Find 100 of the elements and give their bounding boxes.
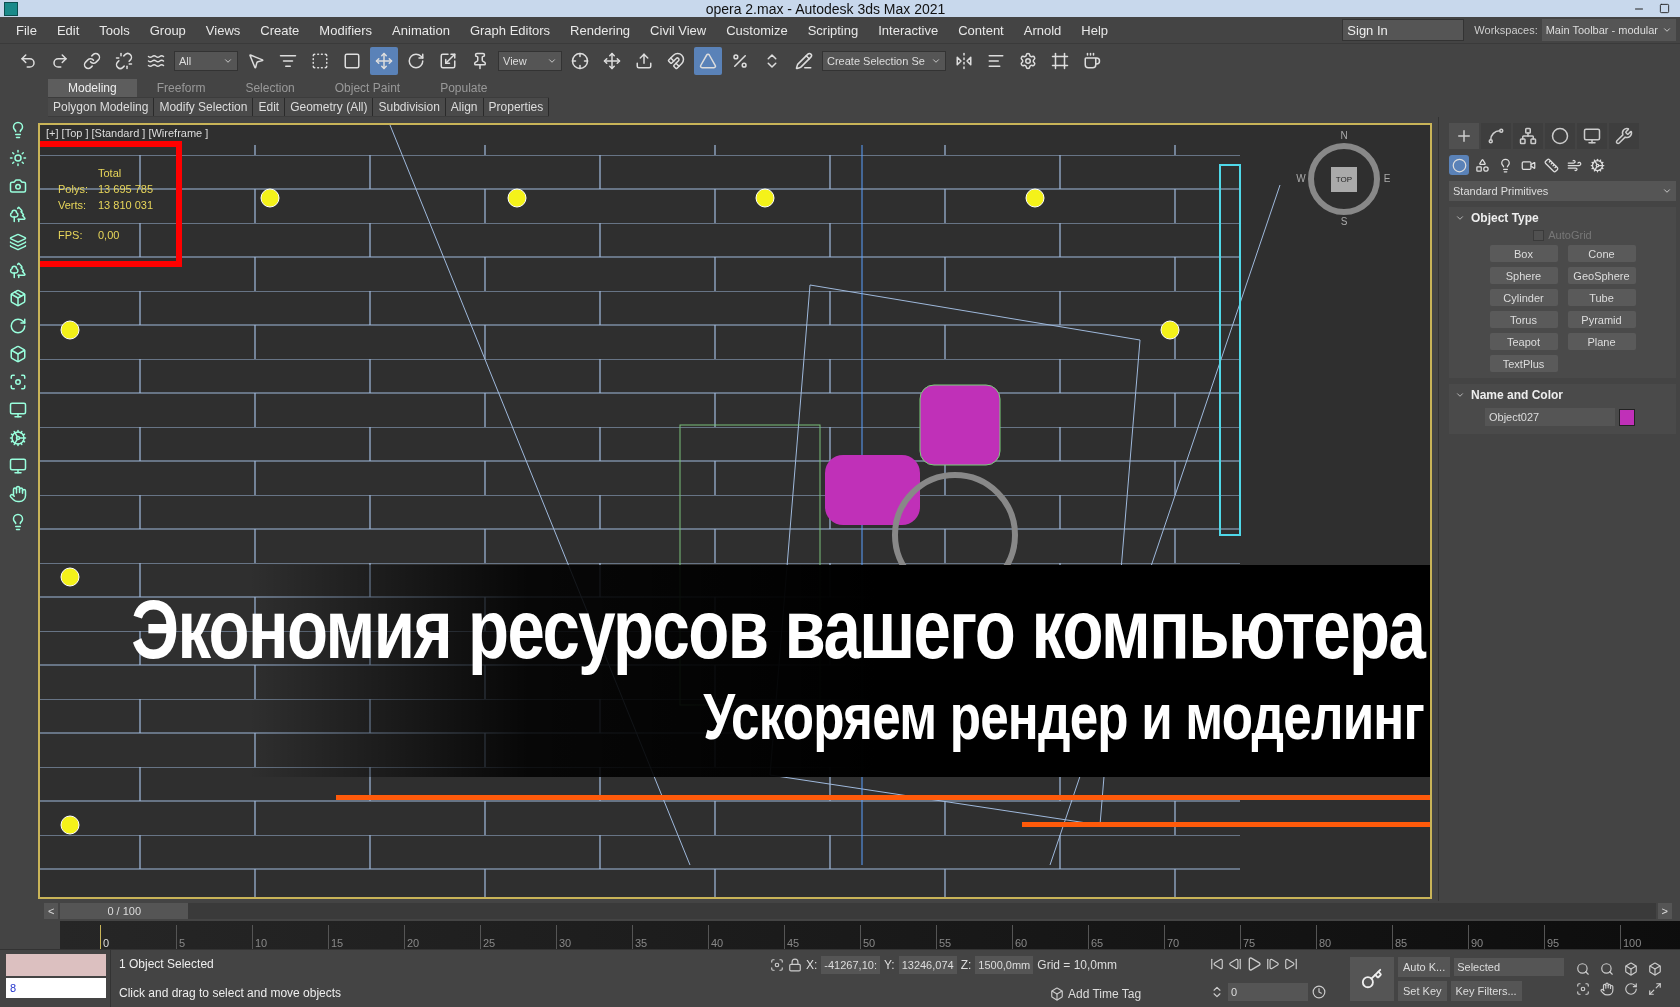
menu-item[interactable]: Civil View [640,22,717,38]
toolbar-dropdown[interactable]: View [498,50,562,71]
add-time-tag[interactable]: Add Time Tag [1068,986,1142,1001]
go-to-end-icon[interactable] [1284,956,1298,971]
primitives-dropdown[interactable]: Standard Primitives [1449,181,1676,201]
primitive-button[interactable]: Cylinder [1489,289,1558,306]
x-coordinate-field[interactable]: -41267,10: [821,956,880,975]
tool-icon[interactable] [9,401,27,419]
focus-icon[interactable] [770,958,784,973]
key-set-dropdown[interactable]: Selected [1454,957,1565,976]
script-field[interactable]: 8 [6,978,106,998]
menu-item[interactable]: Customize [716,22,798,38]
menu-item[interactable]: Create [250,22,310,38]
collapse-icon[interactable] [1455,390,1465,400]
menu-item[interactable]: Tools [89,22,140,38]
auto-key-button[interactable]: Auto K... [1398,956,1451,977]
tool-icon[interactable] [9,485,27,503]
y-coordinate-field[interactable]: 13246,074 [898,956,957,975]
create-tab[interactable] [1449,123,1479,149]
ribbon-panel-tab[interactable]: Geometry (All) [285,98,374,116]
rollout-title[interactable]: Object Type [1471,211,1539,225]
color-swatch[interactable] [1619,408,1635,426]
time-slider[interactable]: 0 / 100 [60,903,189,919]
time-tag-icon[interactable] [1050,986,1064,1001]
primitive-button[interactable]: Teapot [1489,333,1558,350]
ribbon-tab[interactable]: Selection [225,79,315,97]
set-key-label-button[interactable]: Set Key [1398,980,1447,1001]
menu-item[interactable]: Animation [382,22,460,38]
viewport-label[interactable]: [+] [Top ] [Standard ] [Wireframe ] [46,127,209,139]
move-button[interactable] [370,46,398,75]
restore-icon[interactable] [1659,2,1670,15]
menu-item[interactable]: Group [139,22,196,38]
time-config-icon[interactable] [1312,985,1326,1000]
hierarchy-tab[interactable] [1513,123,1543,149]
ribbon-tab[interactable]: Modeling [48,79,137,97]
utilities-tab[interactable] [1609,123,1639,149]
ribbon-tab[interactable]: Freeform [136,79,226,97]
tool-icon[interactable] [9,149,27,167]
tool-icon[interactable] [9,429,27,447]
ribbon-panel-tab[interactable]: Properties [483,98,550,116]
ribbon-panel-tab[interactable]: Align [445,98,484,116]
previous-frame-button[interactable]: < [44,903,59,919]
primitive-button[interactable]: Tube [1567,289,1636,306]
primitive-button[interactable]: Cone [1567,245,1636,262]
ribbon-tab[interactable]: Populate [420,79,508,97]
tool-icon[interactable] [9,233,27,251]
tool-icon[interactable] [9,373,27,391]
toolbar-dropdown[interactable]: Create Selection Se [822,50,946,71]
primitive-button[interactable]: TextPlus [1489,355,1558,372]
sign-in-button[interactable]: Sign In [1342,19,1465,41]
next-frame-button[interactable]: > [1657,903,1672,919]
motion-tab[interactable] [1545,123,1575,149]
viewcube-face[interactable]: TOP [1330,166,1358,192]
ribbon-panel-tab[interactable]: Edit [253,98,286,116]
ribbon-tab[interactable]: Object Paint [314,79,421,97]
toolbar-dropdown[interactable]: All [174,50,238,71]
tool-icon[interactable] [9,289,27,307]
primitive-button[interactable]: GeoSphere [1567,267,1636,284]
play-icon[interactable] [1246,955,1262,972]
tool-icon[interactable] [9,205,27,223]
z-coordinate-field[interactable]: 1500,0mm [975,956,1034,975]
tool-icon[interactable] [9,345,27,363]
menu-item[interactable]: Interactive [868,22,949,38]
geometry-category-button[interactable] [1449,155,1469,175]
viewport[interactable]: [+] [Top ] [Standard ] [Wireframe ] Total Polys: 13 695 785 Verts: 13 810 031 FPS: 0,00 N W TOP E S Экономия ресурсов вашего компьютера Ускоряем рендер и моделинг [38,123,1432,899]
time-slider-track[interactable]: 0 / 100 [60,903,1656,919]
tool-icon[interactable] [9,261,27,279]
ribbon-panel-tab[interactable]: Subdivision [373,98,446,116]
lock-icon[interactable] [788,958,802,973]
menu-item[interactable]: File [6,22,47,38]
previous-key-icon[interactable] [1228,956,1242,971]
key-filters-button[interactable]: Key Filters... [1450,980,1522,1001]
current-frame-field[interactable]: 0 [1228,983,1308,1002]
menu-item[interactable]: Modifiers [309,22,383,38]
object-name-field[interactable]: Object027 [1485,408,1615,426]
set-key-button[interactable] [1350,956,1394,1001]
go-to-start-icon[interactable] [1210,956,1224,971]
menu-item[interactable]: Scripting [797,22,869,38]
menu-item[interactable]: Views [195,22,251,38]
angle-button[interactable] [694,46,722,75]
primitive-button[interactable]: Box [1489,245,1558,262]
rollout-title[interactable]: Name and Color [1471,388,1563,402]
menu-item[interactable]: Rendering [560,22,641,38]
timeline-track[interactable]: 0 5 10 15 20 25 30 35 40 45 50 55 60 65 70 75 80 85 90 95 100 [60,921,1680,949]
next-key-icon[interactable] [1266,956,1280,971]
workspace-dropdown[interactable]: Main Toolbar - modular [1541,19,1676,41]
menu-item[interactable]: Arnold [1013,22,1072,38]
menu-item[interactable]: Graph Editors [459,22,561,38]
modify-tab[interactable] [1481,123,1511,149]
primitive-button[interactable]: Pyramid [1567,311,1636,328]
primitive-button[interactable]: Torus [1489,311,1558,328]
ribbon-panel-tab[interactable]: Modify Selection [154,98,254,116]
ribbon-panel-tab[interactable]: Polygon Modeling [48,98,155,116]
menu-item[interactable]: Content [948,22,1014,38]
menu-item[interactable]: Edit [46,22,90,38]
tool-icon[interactable] [9,177,27,195]
display-tab[interactable] [1577,123,1607,149]
menu-item[interactable]: Help [1071,22,1119,38]
tool-icon[interactable] [9,457,27,475]
tool-icon[interactable] [9,317,27,335]
